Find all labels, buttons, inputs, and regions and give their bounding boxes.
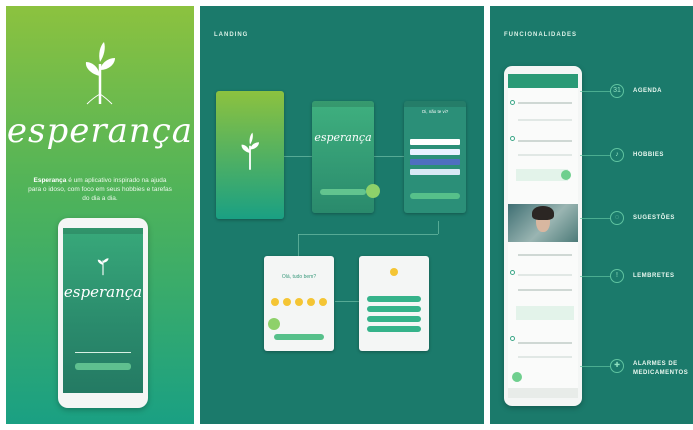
lightbulb-icon: ◌ — [610, 211, 624, 225]
calendar-icon: 31 — [610, 84, 624, 98]
tap-hand-icon — [268, 318, 280, 330]
phone-mockup: esperança — [58, 218, 148, 408]
landing-form-screen[interactable]: Oi, não te vi? — [404, 101, 466, 213]
features-title: FUNCIONALIDADES — [504, 32, 577, 38]
medication-row[interactable] — [518, 356, 572, 358]
emoji-4-icon[interactable] — [307, 298, 315, 306]
feature-agenda: AGENDA — [633, 88, 663, 94]
emoji-5-icon[interactable] — [319, 298, 327, 306]
form-submit-button[interactable] — [410, 193, 460, 199]
feature-hobbies: HOBBIES — [633, 152, 664, 158]
login-button[interactable] — [320, 189, 366, 195]
landing-title: LANDING — [214, 32, 249, 38]
option-button-3[interactable] — [367, 316, 421, 322]
landing-splash-screen[interactable] — [216, 91, 284, 219]
bottom-bar — [508, 388, 578, 398]
feature-alarmes: ALARMES DE MEDICAMENTOS — [633, 361, 689, 376]
form-greeting: Oi, não te vi? — [421, 109, 449, 114]
mood-continue-button[interactable] — [274, 334, 324, 340]
tap-hand-icon — [366, 184, 380, 198]
landing-login-screen[interactable]: esperança — [312, 101, 374, 213]
option-button-1[interactable] — [367, 296, 421, 302]
app-logo: esperança — [6, 111, 194, 151]
timeline-dot — [510, 100, 515, 105]
mood-screen[interactable]: Olá, tudo bem? — [264, 256, 334, 351]
music-icon: ♪ — [610, 148, 624, 162]
sprout-icon — [241, 132, 259, 170]
app-showcase: esperança Esperança é um aplicativo insp… — [0, 0, 693, 430]
timeline-dot — [510, 270, 515, 275]
login-logo: esperança — [314, 131, 372, 144]
form-field-3[interactable] — [410, 169, 460, 175]
reminder-row[interactable] — [518, 254, 572, 256]
form-field-2[interactable] — [410, 149, 460, 155]
tap-hand-icon — [512, 372, 522, 382]
options-screen[interactable] — [359, 256, 429, 351]
feature-lembretes: LEMBRETES — [633, 273, 675, 279]
agenda-row[interactable] — [518, 102, 572, 104]
phone-screen: esperança — [63, 228, 143, 393]
features-panel: FUNCIONALIDADES 31 AGENDA ♪ HOBBIES ◌ SU… — [490, 6, 693, 424]
emoji-2-icon[interactable] — [283, 298, 291, 306]
form-field-1[interactable] — [410, 139, 460, 145]
hobby-row[interactable] — [518, 140, 572, 142]
phone-login-button[interactable] — [75, 363, 131, 370]
pill-icon: ✚ — [610, 359, 624, 373]
option-button-4[interactable] — [367, 326, 421, 332]
feature-phone-screen — [508, 74, 578, 398]
sprout-small-icon — [97, 258, 109, 276]
reminder-row[interactable] — [518, 289, 572, 291]
timeline-dot — [510, 136, 515, 141]
sprout-icon — [85, 42, 115, 105]
option-button-2[interactable] — [367, 306, 421, 312]
landing-panel: LANDING esperança Oi, não te vi? Olá, tu… — [200, 6, 484, 424]
timeline-dot — [510, 336, 515, 341]
hobby-row[interactable] — [518, 154, 572, 156]
tap-hand-icon — [561, 170, 571, 180]
feature-phone-mockup — [504, 66, 582, 406]
phone-input[interactable] — [75, 348, 131, 353]
emoji-3-icon[interactable] — [295, 298, 303, 306]
alarm-icon: ! — [610, 269, 624, 283]
facebook-button[interactable] — [410, 159, 460, 165]
emoji-1-icon[interactable] — [271, 298, 279, 306]
medication-row[interactable] — [518, 342, 572, 344]
reminder-card[interactable] — [516, 306, 574, 320]
description-bold: Esperança — [33, 177, 67, 184]
emoji-selected-icon — [390, 268, 398, 276]
mood-greeting: Olá, tudo bem? — [281, 274, 317, 280]
reminder-row[interactable] — [518, 274, 572, 276]
suggestion-photo[interactable] — [508, 204, 578, 242]
phone-logo: esperança — [63, 283, 143, 301]
agenda-row[interactable] — [518, 119, 572, 121]
feature-app-header — [508, 74, 578, 88]
feature-sugestoes: SUGESTÕES — [633, 215, 675, 221]
splash-panel: esperança Esperança é um aplicativo insp… — [6, 6, 194, 424]
app-description: Esperança é um aplicativo inspirado na a… — [28, 176, 172, 203]
